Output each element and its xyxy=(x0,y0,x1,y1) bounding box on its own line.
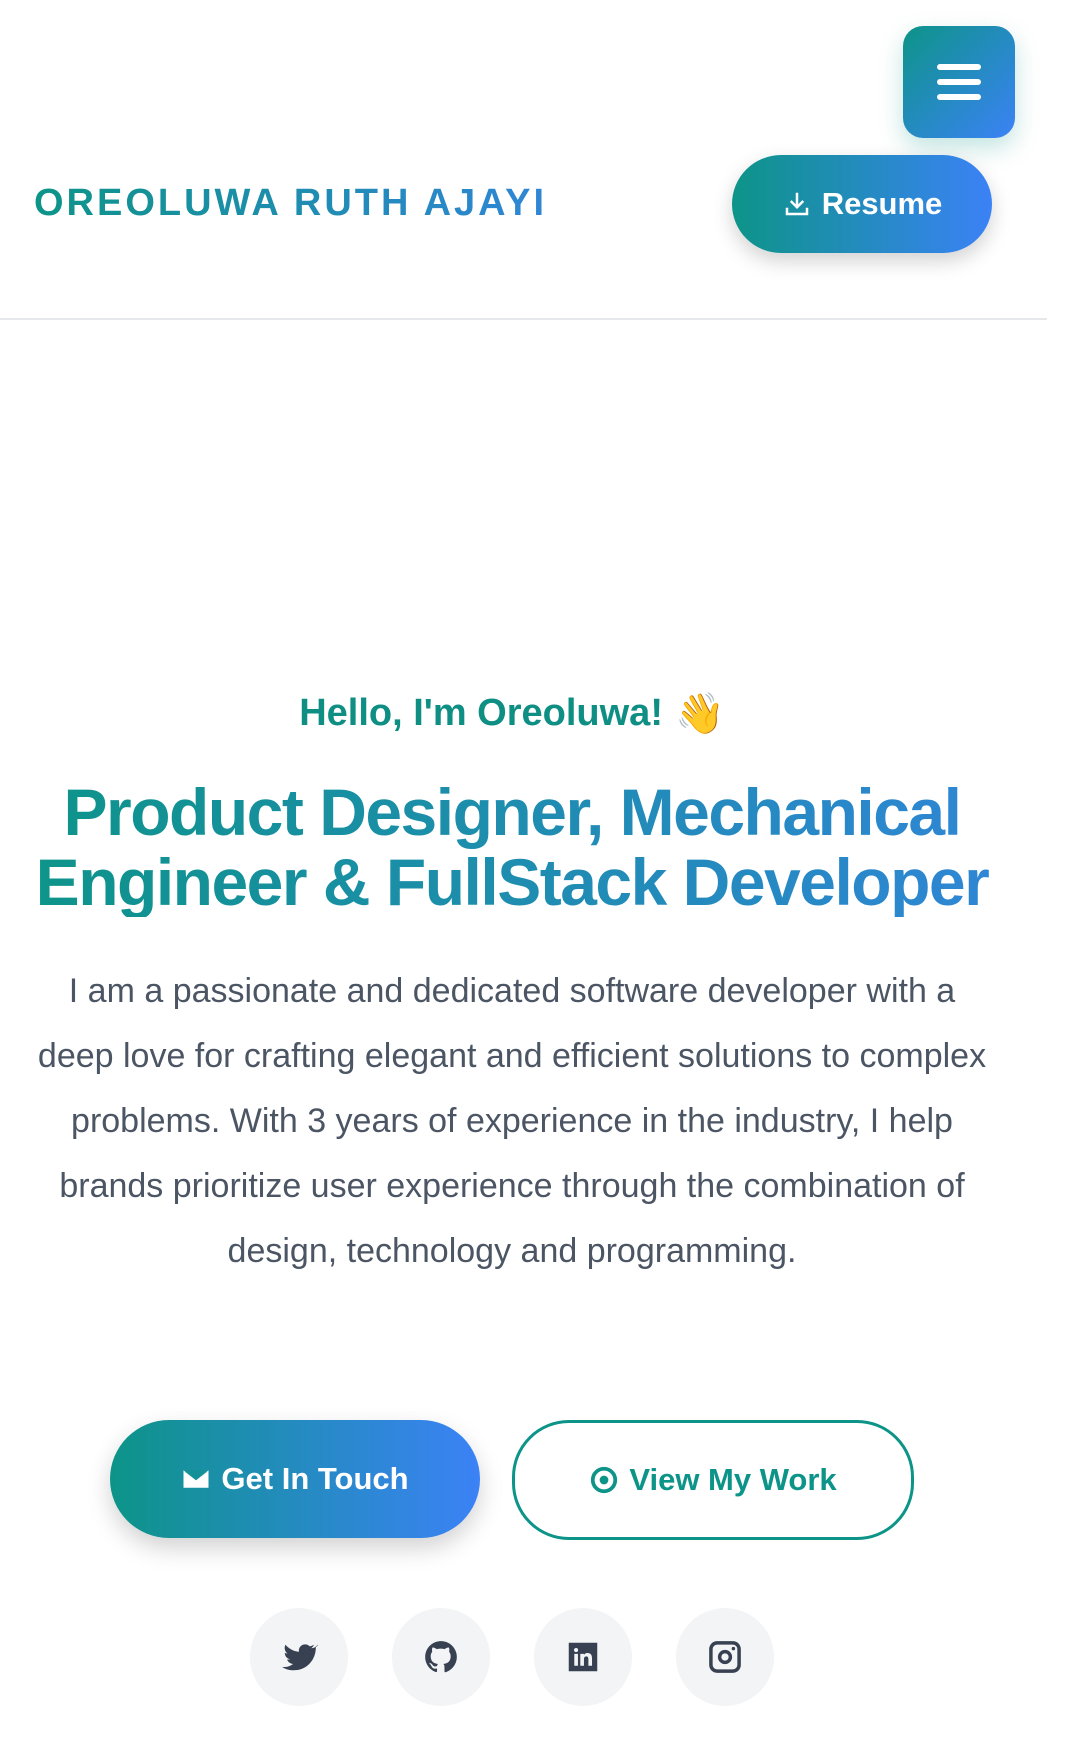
envelope-icon xyxy=(183,1470,209,1488)
github-icon xyxy=(425,1641,457,1673)
hero-bio: I am a passionate and dedicated software… xyxy=(37,972,987,1270)
github-link[interactable] xyxy=(392,1608,490,1706)
menu-button[interactable] xyxy=(903,26,1015,138)
get-in-touch-button[interactable]: Get In Touch xyxy=(110,1420,480,1538)
resume-label: Resume xyxy=(821,186,943,221)
social-links xyxy=(0,1608,1024,1706)
headline-line-2: Engineer & FullStack Developer xyxy=(35,845,989,919)
instagram-link[interactable] xyxy=(676,1608,774,1706)
cta-row: Get In Touch View My Work xyxy=(0,1420,1024,1540)
twitter-link[interactable] xyxy=(250,1608,348,1706)
hero-section: Hello, I'm Oreoluwa! 👋 Product Designer,… xyxy=(0,690,1024,1284)
eye-icon xyxy=(591,1466,618,1494)
download-icon xyxy=(785,192,808,216)
menu-icon xyxy=(937,64,981,100)
resume-button[interactable]: Resume xyxy=(732,155,992,253)
get-in-touch-label: Get In Touch xyxy=(221,1461,409,1496)
headline-line-1: Product Designer, Mechanical xyxy=(63,775,961,849)
greeting: Hello, I'm Oreoluwa! 👋 xyxy=(0,690,1024,737)
view-my-work-label: View My Work xyxy=(629,1462,837,1497)
linkedin-icon xyxy=(568,1642,598,1672)
site-header: OREOLUWA RUTH AJAYI Resume xyxy=(0,0,1047,320)
waving-hand-icon: 👋 xyxy=(674,692,725,736)
instagram-icon xyxy=(709,1641,741,1673)
twitter-icon xyxy=(281,1644,318,1671)
linkedin-link[interactable] xyxy=(534,1608,632,1706)
greeting-text: Hello, I'm Oreoluwa! xyxy=(299,692,663,734)
brand-name[interactable]: OREOLUWA RUTH AJAYI xyxy=(34,182,547,225)
hero-headline: Product Designer, Mechanical Engineer & … xyxy=(12,777,1012,917)
view-my-work-button[interactable]: View My Work xyxy=(512,1420,914,1540)
